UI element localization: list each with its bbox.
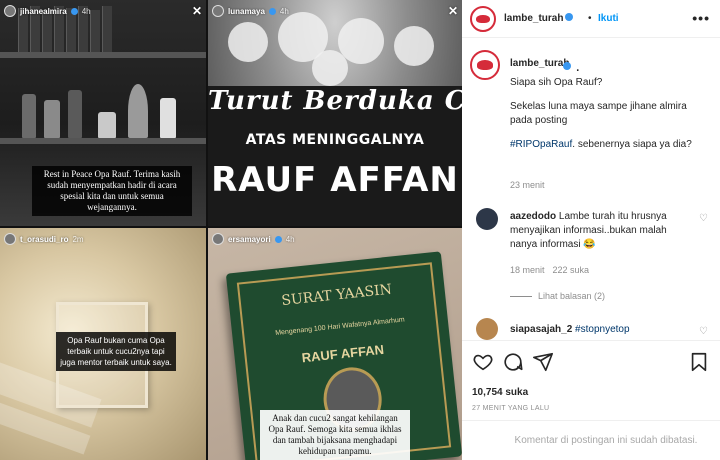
author-avatar[interactable] [470, 50, 500, 80]
brand-logo-icon [477, 60, 493, 70]
caption-time: 23 menit [510, 180, 545, 190]
likes-count[interactable]: 10,754 suka [472, 387, 528, 398]
story-caption: Anak dan cucu2 sangat kehilangan Opa Rau… [260, 410, 410, 460]
board-line-2: ATAS MENINGGALNYA [245, 132, 425, 148]
story-username: t_orasudi_ro [20, 234, 69, 244]
post-sidebar: lambe_turah • Ikuti ••• lambe_turah . Si… [462, 0, 720, 460]
brand-logo-icon [476, 15, 490, 23]
verified-icon [563, 61, 571, 70]
story-screenshot-4: SURAT YAASIN Mengenang 100 Hari Wafatnya… [208, 228, 462, 460]
caption-line-2: Sekelas luna maya sampe jihane almira pa… [510, 101, 687, 126]
caption-line-1: Siapa sih Opa Rauf? [510, 77, 603, 88]
comment-hashtag[interactable]: #stopnyetop [575, 324, 630, 335]
board-line-3: RAUF AFFAN [211, 160, 459, 200]
comment-meta: 18 menit 222 suka [510, 265, 589, 275]
story-header: t_orasudi_ro 2m [4, 231, 202, 247]
condolence-board: Turut Berduka Cita ATAS MENINGGALNYA RAU… [208, 86, 462, 226]
story-caption: Rest in Peace Opa Rauf. Terima kasih sud… [32, 166, 192, 216]
heart-icon[interactable] [472, 351, 494, 373]
verified-icon [565, 13, 574, 22]
story-header: ersamayori 4h [212, 231, 458, 247]
story-header: jihanealmira 4h ✕ [4, 3, 202, 19]
commenter-username[interactable]: aazedodo [510, 211, 556, 222]
action-bar: 10,754 suka 27 MENIT YANG LALU [462, 340, 720, 418]
comments-limited-notice: Komentar di postingan ini sudah dibatasi… [462, 420, 720, 460]
comment-time: 18 menit [510, 265, 545, 275]
story-username: lunamaya [228, 6, 265, 16]
comment-body: siapasajah_2 #stopnyetop [510, 324, 630, 335]
story-time: 4h [279, 6, 289, 16]
story-caption: Opa Rauf bukan cuma Opa terbaik untuk cu… [56, 332, 176, 371]
story-header: lunamaya 4h ✕ [212, 3, 458, 19]
story-avatar [4, 233, 16, 245]
separator-dot: • [588, 13, 592, 24]
share-icon[interactable] [532, 351, 554, 373]
commenter-username[interactable]: siapasajah_2 [510, 324, 572, 335]
comment-icon[interactable] [502, 351, 524, 373]
close-icon: ✕ [191, 4, 202, 18]
story-screenshot-1: jihanealmira 4h ✕ Rest in Peace Opa Rauf… [0, 0, 206, 226]
more-options-icon[interactable]: ••• [692, 10, 710, 26]
author-avatar[interactable] [470, 6, 496, 32]
view-replies[interactable]: Lihat balasan (2) [510, 291, 605, 301]
follow-button[interactable]: Ikuti [598, 13, 619, 24]
story-avatar [212, 233, 224, 245]
comment-body: aazedodo Lambe turah itu hrusnya menyaji… [510, 210, 690, 252]
story-avatar [212, 5, 224, 17]
verified-icon [70, 7, 78, 15]
close-icon: ✕ [447, 4, 458, 18]
comment-like-icon[interactable]: ♡ [699, 213, 708, 224]
board-line-1: Turut Berduka Cita [208, 86, 462, 116]
divider [510, 295, 532, 297]
comment-likes[interactable]: 222 suka [553, 265, 590, 275]
caption-line-3: #RIPOpaRauf. sebenernya siapa ya dia? [510, 139, 692, 150]
post-header: lambe_turah • Ikuti ••• [462, 0, 720, 38]
story-screenshot-3: t_orasudi_ro 2m Opa Rauf bukan cuma Opa … [0, 228, 206, 460]
commenter-avatar[interactable] [476, 208, 498, 230]
verified-icon [268, 7, 276, 15]
story-avatar [4, 5, 16, 17]
hashtag-link[interactable]: #RIPOpaRauf [510, 139, 572, 150]
view-replies-label[interactable]: Lihat balasan (2) [538, 291, 605, 301]
post-media[interactable]: jihanealmira 4h ✕ Rest in Peace Opa Rauf… [0, 0, 462, 460]
shelf [0, 138, 206, 144]
verified-icon [274, 235, 282, 243]
caption-verified: . [561, 58, 580, 76]
story-time: 2m [72, 234, 84, 244]
posted-time: 27 MENIT YANG LALU [472, 405, 550, 412]
comment-like-icon[interactable]: ♡ [699, 326, 708, 337]
bookmark-icon[interactable] [688, 351, 710, 373]
story-username: ersamayori [228, 234, 271, 244]
story-time: 4h [81, 6, 91, 16]
commenter-avatar[interactable] [476, 318, 498, 340]
story-username: jihanealmira [20, 6, 67, 16]
story-time: 4h [285, 234, 295, 244]
author-username[interactable]: lambe_turah [504, 13, 574, 24]
story-screenshot-2: Turut Berduka Cita ATAS MENINGGALNYA RAU… [208, 0, 462, 226]
